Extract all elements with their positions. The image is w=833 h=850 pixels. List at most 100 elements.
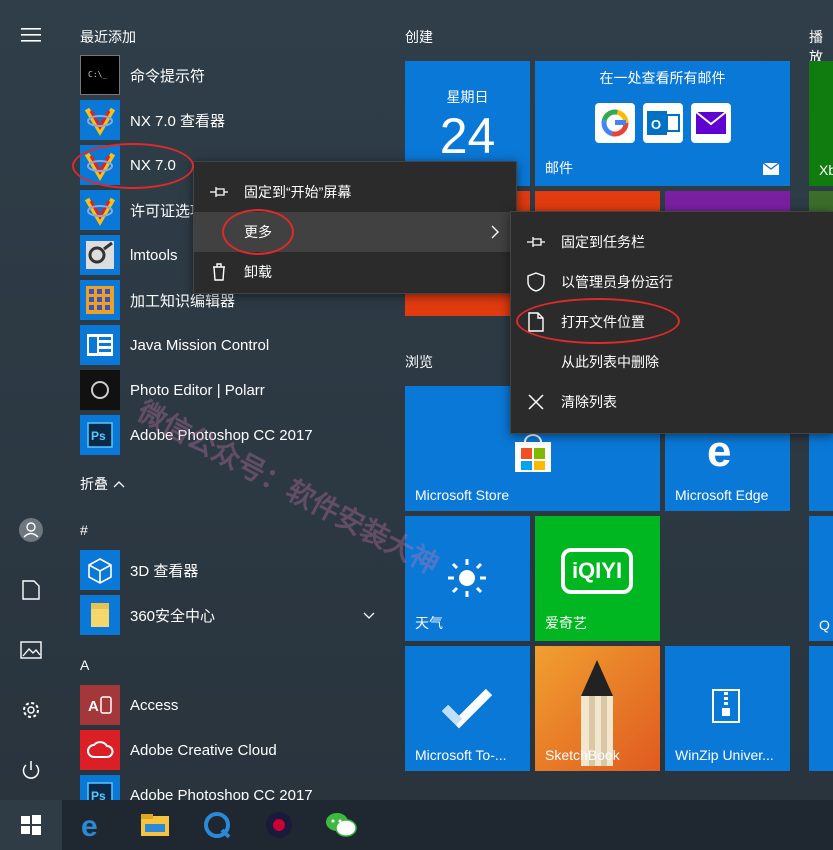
winzip-tile[interactable]: WinZip Univer... xyxy=(665,646,790,771)
qq-browser-icon xyxy=(204,812,231,839)
file-icon xyxy=(525,311,547,333)
power-icon[interactable] xyxy=(11,750,51,790)
edge-icon: e xyxy=(81,811,98,839)
iqiyi-logo-icon: iQIYI xyxy=(561,548,633,594)
menu-label: 卸载 xyxy=(244,264,272,280)
xbox-tile[interactable]: Xb xyxy=(809,61,833,186)
winzip-icon xyxy=(712,689,740,723)
creative-cloud-icon xyxy=(80,730,120,770)
menu-pin-to-taskbar[interactable]: 固定到任务栏 xyxy=(511,222,833,262)
menu-label: 固定到任务栏 xyxy=(561,234,645,250)
group-create-header[interactable]: 创建 xyxy=(405,27,433,47)
app-item[interactable]: Adobe Creative Cloud xyxy=(80,730,380,770)
app-item[interactable]: A Access xyxy=(80,685,380,725)
menu-label: 清除列表 xyxy=(561,394,617,410)
chevron-right-icon xyxy=(491,225,499,239)
hash-header[interactable]: # xyxy=(80,522,88,538)
app-item[interactable]: Ps Adobe Photoshop CC 2017 xyxy=(80,775,380,800)
lmtools-icon xyxy=(80,235,120,275)
menu-clear-list[interactable]: 清除列表 xyxy=(511,382,833,422)
app-item[interactable]: 3D 查看器 xyxy=(80,550,380,590)
cube-icon xyxy=(80,550,120,590)
app-item[interactable]: Java Mission Control xyxy=(80,325,380,365)
partial-tile[interactable]: Q xyxy=(809,516,833,641)
app-label: NX 7.0 xyxy=(130,156,176,174)
taskbar: e xyxy=(0,800,833,850)
partial-tile[interactable] xyxy=(809,646,833,771)
app-label: 3D 查看器 xyxy=(130,562,199,580)
google-icon xyxy=(595,103,635,143)
user-avatar-icon[interactable] xyxy=(11,510,51,550)
weather-tile[interactable]: 天气 xyxy=(405,516,530,641)
yahoo-mail-icon xyxy=(691,103,731,143)
weather-label: 天气 xyxy=(415,615,443,631)
todo-tile[interactable]: Microsoft To-... xyxy=(405,646,530,771)
iqiyi-tile[interactable]: iQIYI 爱奇艺 xyxy=(535,516,660,641)
taskbar-wechat[interactable] xyxy=(310,800,372,850)
a-header[interactable]: A xyxy=(80,657,89,673)
app-label: Java Mission Control xyxy=(130,336,270,354)
app-label: Access xyxy=(130,696,179,714)
sketchbook-label: SketchBook xyxy=(545,747,620,763)
grid-icon xyxy=(80,280,120,320)
gear-icon[interactable] xyxy=(11,690,51,730)
store-label: Microsoft Store xyxy=(415,487,510,503)
collapse-button[interactable]: 折叠 xyxy=(80,474,126,494)
pin-icon xyxy=(208,181,230,203)
app-item[interactable]: Ps Adobe Photoshop CC 2017 xyxy=(80,415,380,455)
submenu: 固定到任务栏 以管理员身份运行 打开文件位置 从此列表中删除 清除列表 xyxy=(510,211,833,434)
edge-label: Microsoft Edge xyxy=(675,487,769,503)
cmd-icon: C:\_ xyxy=(80,55,120,95)
calendar-day: 星期日 xyxy=(446,89,489,105)
app-item[interactable]: C:\_ 命令提示符 xyxy=(80,55,380,95)
app-label: lmtools xyxy=(130,246,178,264)
menu-label: 从此列表中删除 xyxy=(561,354,659,370)
app-label: Adobe Photoshop CC 2017 xyxy=(130,426,313,444)
app-item[interactable]: NX 7.0 查看器 xyxy=(80,100,380,140)
menu-label: 更多 xyxy=(244,224,272,240)
chevron-up-icon xyxy=(113,481,125,488)
menu-pin-to-start[interactable]: 固定到“开始”屏幕 xyxy=(194,172,516,212)
documents-icon[interactable] xyxy=(11,570,51,610)
svg-text:e: e xyxy=(707,428,731,472)
taskbar-file-explorer[interactable] xyxy=(124,800,186,850)
svg-text:A: A xyxy=(88,698,99,715)
mail-tile[interactable]: 在一处查看所有邮件 O 邮件 xyxy=(535,61,790,186)
pin-icon xyxy=(525,231,547,253)
pictures-icon[interactable] xyxy=(11,630,51,670)
nx-icon xyxy=(80,145,120,185)
menu-uninstall[interactable]: 卸载 xyxy=(194,252,516,292)
mail-caption: 在一处查看所有邮件 xyxy=(599,70,726,86)
java-mc-icon xyxy=(80,325,120,365)
x-icon xyxy=(525,391,547,413)
sun-icon xyxy=(448,559,486,597)
group-browse-header[interactable]: 浏览 xyxy=(405,352,433,372)
chevron-down-icon[interactable] xyxy=(362,611,376,621)
menu-label: 固定到“开始”屏幕 xyxy=(244,184,352,200)
menu-label: 打开文件位置 xyxy=(561,314,645,330)
sketchbook-tile[interactable]: SketchBook xyxy=(535,646,660,771)
menu-open-file-location[interactable]: 打开文件位置 xyxy=(511,302,833,342)
recent-header: 最近添加 xyxy=(80,29,136,45)
menu-more[interactable]: 更多 xyxy=(194,212,516,252)
menu-remove-from-list[interactable]: 从此列表中删除 xyxy=(511,342,833,382)
windows-start-button[interactable] xyxy=(0,800,62,850)
app-label: 命令提示符 xyxy=(130,67,206,85)
menu-run-as-admin[interactable]: 以管理员身份运行 xyxy=(511,262,833,302)
store-bag-icon xyxy=(515,434,551,472)
menu-label: 以管理员身份运行 xyxy=(561,274,673,290)
collapse-label: 折叠 xyxy=(80,476,108,492)
app-label: 360安全中心 xyxy=(130,607,216,625)
taskbar-game[interactable] xyxy=(248,800,310,850)
app-item[interactable]: Photo Editor | Polarr xyxy=(80,370,380,410)
edge-icon: e xyxy=(707,428,731,472)
taskbar-edge[interactable]: e xyxy=(62,800,124,850)
folder-icon xyxy=(80,595,120,635)
polarr-icon xyxy=(80,370,120,410)
taskbar-search-app[interactable] xyxy=(186,800,248,850)
hamburger-icon[interactable] xyxy=(11,15,51,55)
outlook-icon: O xyxy=(643,103,683,143)
app-item[interactable]: 360安全中心 xyxy=(80,595,380,635)
svg-text:e: e xyxy=(81,811,98,839)
access-icon: A xyxy=(80,685,120,725)
